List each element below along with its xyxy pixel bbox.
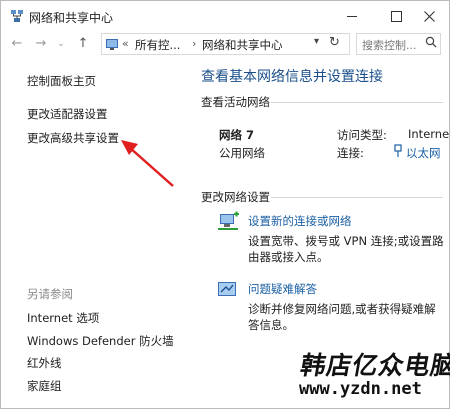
watermark-url: www.yzdn.net bbox=[299, 379, 422, 399]
window: 网络和共享中心 ← → ⌄ ↑ « 所有控... › 网络和共享中心 ▾ ↻ 搜… bbox=[0, 0, 450, 409]
watermark-brand: 韩店亿众电脑 bbox=[298, 351, 450, 380]
